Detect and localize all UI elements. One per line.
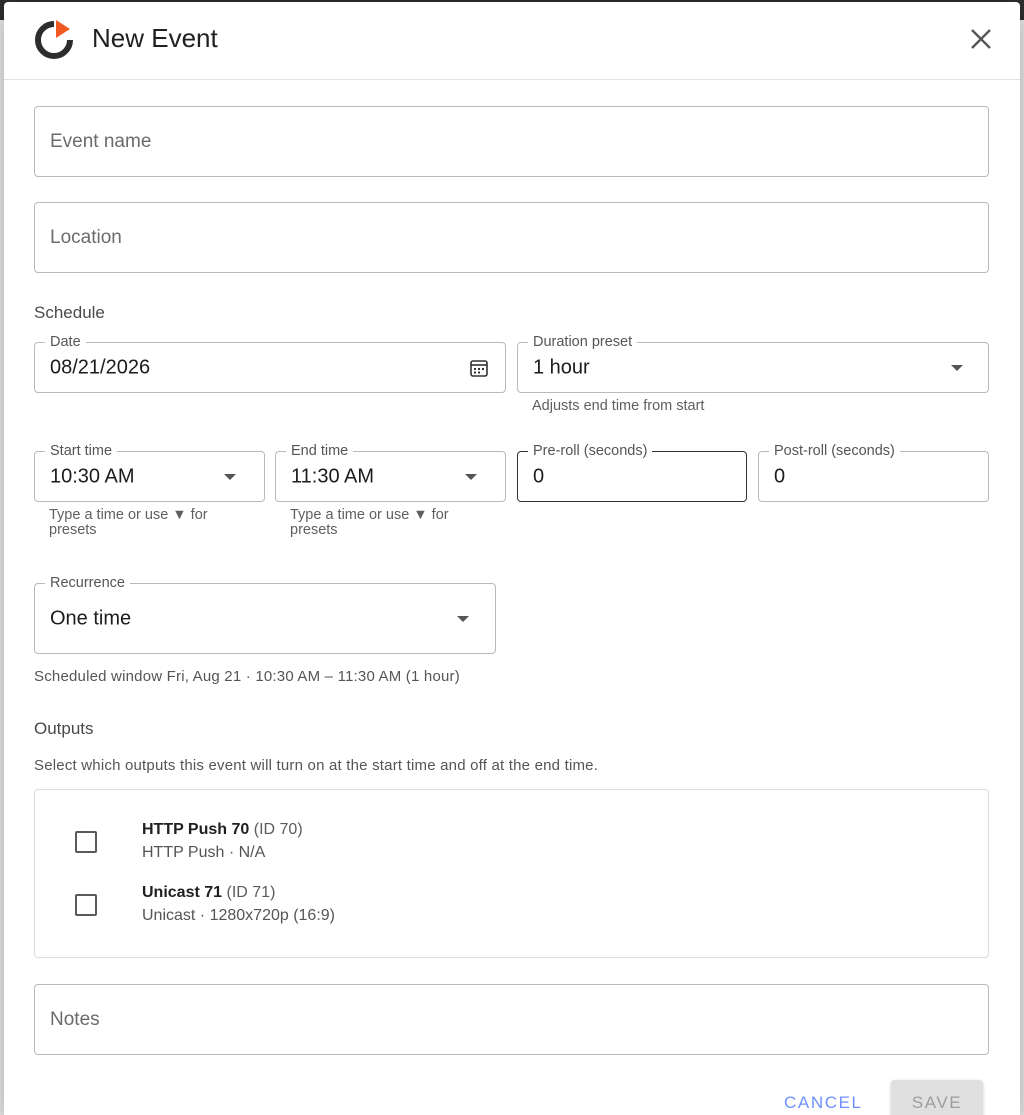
output-subtitle: Unicast · 1280x720p (16:9) <box>142 907 335 924</box>
recurrence-label: Recurrence <box>45 574 130 592</box>
output-id: (ID 71) <box>226 884 276 901</box>
recurrence-select[interactable]: Recurrence One time <box>34 574 496 654</box>
post-roll-field[interactable]: Post-roll (seconds) 0 <box>758 442 989 502</box>
outputs-list: HTTP Push 70 (ID 70) HTTP Push · N/A Uni… <box>34 789 989 958</box>
calendar-icon[interactable] <box>469 358 489 378</box>
output-name: HTTP Push 70 <box>142 821 250 838</box>
app-logo-icon <box>35 20 73 59</box>
chevron-down-icon <box>457 615 469 622</box>
dialog-title: New Event <box>92 23 218 53</box>
date-value: 08/21/2026 <box>50 356 151 378</box>
output-title: HTTP Push 70 (ID 70) <box>142 821 303 839</box>
notes-placeholder: Notes <box>50 1008 100 1030</box>
outputs-description: Select which outputs this event will tur… <box>34 757 599 774</box>
duration-preset-label: Duration preset <box>528 333 638 351</box>
close-icon <box>971 29 991 49</box>
location-field[interactable]: Location <box>34 202 989 273</box>
end-time-label: End time <box>286 442 354 460</box>
output-id: (ID 70) <box>253 821 303 838</box>
list-item[interactable]: Unicast 71 (ID 71) Unicast · 1280x720p (… <box>35 881 988 931</box>
notes-field[interactable]: Notes <box>34 984 989 1055</box>
save-button[interactable]: SAVE <box>891 1080 983 1115</box>
pre-roll-label: Pre-roll (seconds) <box>528 442 653 460</box>
output-checkbox[interactable] <box>75 831 97 853</box>
end-time-field[interactable]: End time 11:30 AM <box>275 442 506 502</box>
cancel-button[interactable]: CANCEL <box>784 1093 863 1113</box>
pre-roll-field[interactable]: Pre-roll (seconds) 0 <box>517 442 747 502</box>
output-title: Unicast 71 (ID 71) <box>142 884 275 902</box>
event-name-placeholder: Event name <box>50 130 152 152</box>
duration-preset-select[interactable]: Duration preset 1 hour <box>517 333 989 393</box>
scheduled-window-summary: Scheduled window Fri, Aug 21 · 10:30 AM … <box>34 668 460 685</box>
start-time-label: Start time <box>45 442 118 460</box>
date-label: Date <box>45 333 86 351</box>
start-time-helper-line1: Type a time or use ▼ for <box>49 507 208 523</box>
dialog-header: New Event <box>4 2 1020 80</box>
start-time-value: 10:30 AM <box>50 465 135 487</box>
chevron-down-icon[interactable] <box>465 473 477 480</box>
new-event-dialog: New Event Event name Location Schedule D… <box>4 2 1020 1115</box>
schedule-heading: Schedule <box>34 303 105 322</box>
recurrence-value: One time <box>50 607 132 629</box>
chevron-down-icon[interactable] <box>224 473 236 480</box>
end-time-helper-line2: presets <box>290 522 338 538</box>
date-field[interactable]: Date 08/21/2026 <box>34 333 506 393</box>
location-placeholder: Location <box>50 226 122 248</box>
duration-preset-value: 1 hour <box>533 356 590 378</box>
pre-roll-value: 0 <box>533 465 545 487</box>
post-roll-value: 0 <box>774 465 786 487</box>
end-time-value: 11:30 AM <box>291 465 375 487</box>
list-item[interactable]: HTTP Push 70 (ID 70) HTTP Push · N/A <box>35 818 988 868</box>
close-button[interactable] <box>964 22 998 56</box>
output-checkbox[interactable] <box>75 894 97 916</box>
start-time-field[interactable]: Start time 10:30 AM <box>34 442 265 502</box>
duration-helper-text: Adjusts end time from start <box>532 398 705 414</box>
chevron-down-icon <box>951 364 963 371</box>
output-name: Unicast 71 <box>142 884 223 901</box>
output-subtitle: HTTP Push · N/A <box>142 844 266 861</box>
outputs-heading: Outputs <box>34 719 94 738</box>
end-time-helper-line1: Type a time or use ▼ for <box>290 507 449 523</box>
post-roll-label: Post-roll (seconds) <box>769 442 900 460</box>
event-name-field[interactable]: Event name <box>34 106 989 177</box>
start-time-helper-line2: presets <box>49 522 97 538</box>
